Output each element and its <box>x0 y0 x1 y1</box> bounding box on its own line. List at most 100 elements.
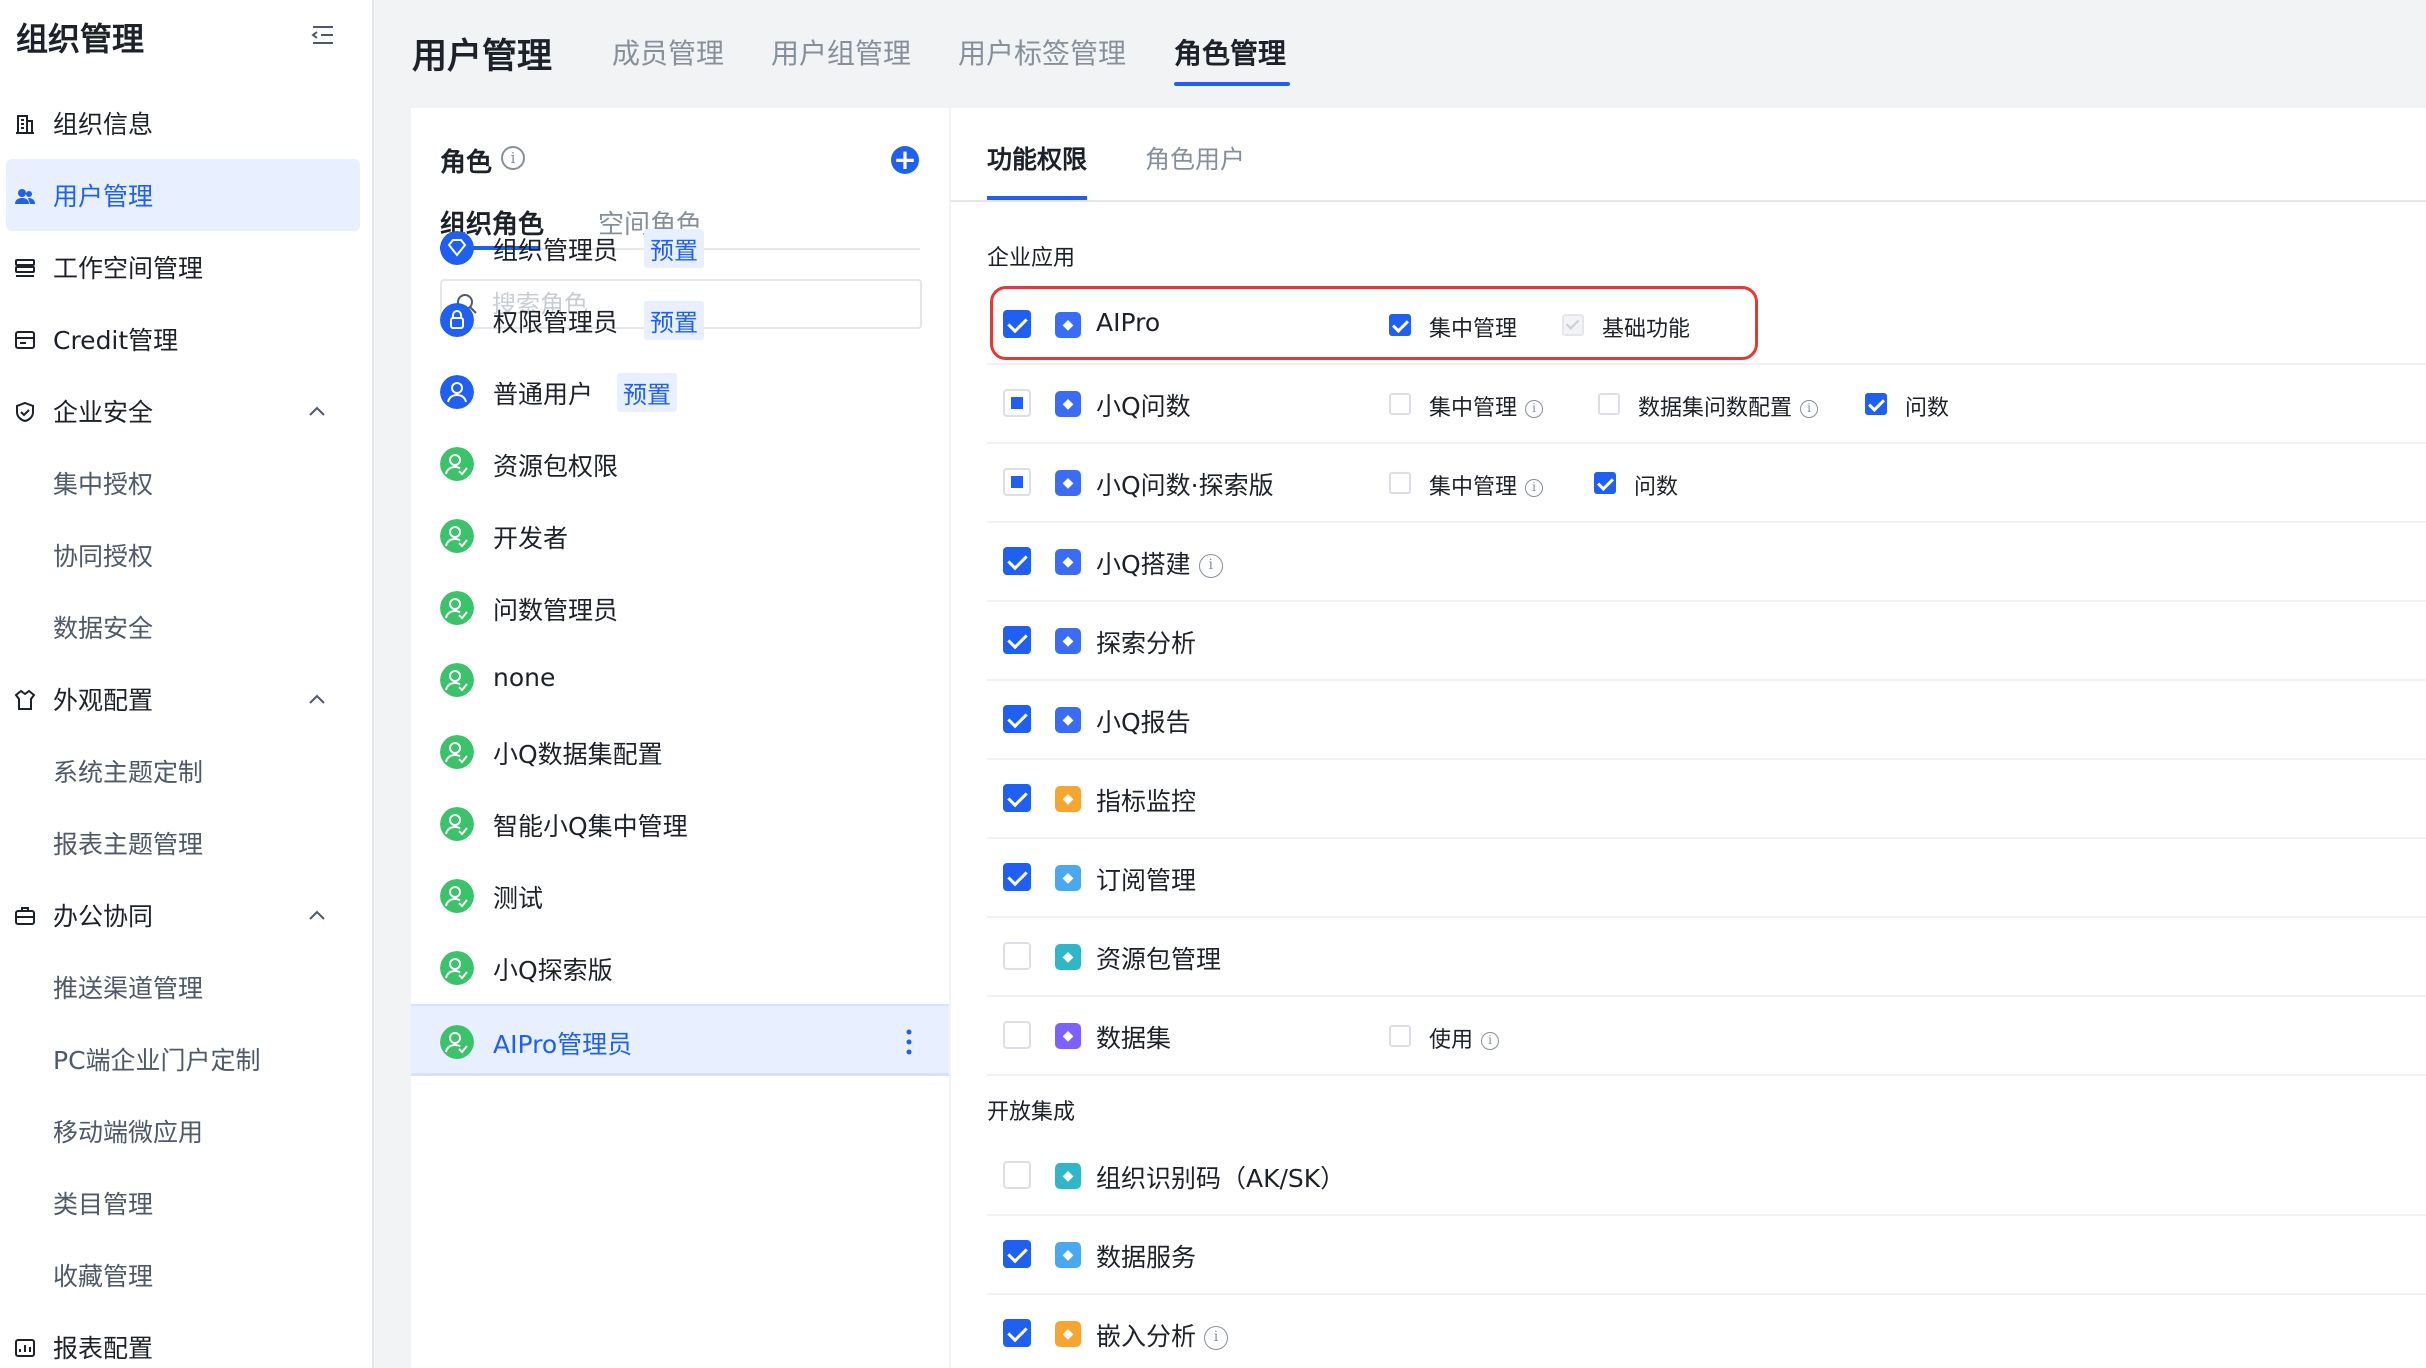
sidebar-item-label: 协同授权 <box>53 542 154 571</box>
role-name: 开发者 <box>493 524 569 553</box>
sidebar-item[interactable]: 数据安全 <box>0 591 362 663</box>
permission-row: ◆ 嵌入分析 i <box>987 1295 2426 1368</box>
role-item[interactable]: 组织管理员 预置 <box>411 212 949 284</box>
permission-row: ◆ 小Q报告 <box>987 681 2426 760</box>
page-title: 用户管理 <box>412 37 553 77</box>
option-checkbox[interactable] <box>1389 1025 1411 1047</box>
sidebar-item-label: 组织信息 <box>53 110 154 139</box>
role-item[interactable]: 权限管理员 预置 <box>411 284 949 356</box>
sidebar-item-label: 收藏管理 <box>53 1262 154 1291</box>
app-checkbox[interactable] <box>1003 1319 1031 1347</box>
sidebar-item[interactable]: 组织信息 <box>0 87 362 159</box>
role-name: 小Q探索版 <box>493 956 613 985</box>
sidebar-item[interactable]: 工作空间管理 <box>0 231 362 303</box>
permission-row: ◆ 资源包管理 <box>987 918 2426 997</box>
info-icon[interactable]: i <box>1525 479 1544 497</box>
sidebar-item[interactable]: 集中授权 <box>0 447 362 519</box>
sidebar-item-label: 移动端微应用 <box>53 1118 204 1147</box>
tab-user-groups[interactable]: 用户组管理 <box>771 32 911 72</box>
info-icon[interactable]: i <box>1525 400 1544 418</box>
role-avatar-icon <box>440 879 474 913</box>
active-tab-underline <box>1174 82 1290 86</box>
app-checkbox[interactable] <box>1003 1161 1031 1189</box>
sidebar-item[interactable]: 收藏管理 <box>0 1239 362 1311</box>
add-role-button[interactable]: + <box>891 146 919 174</box>
chevron-up-icon[interactable] <box>306 905 328 927</box>
scan-icon: ◆ <box>1055 1163 1081 1189</box>
role-item[interactable]: 测试 <box>411 860 949 932</box>
sidebar-item[interactable]: PC端企业门户定制 <box>0 1023 362 1095</box>
option-label: 集中管理 i <box>1429 390 1544 422</box>
sidebar-item[interactable]: 办公协同 <box>0 879 362 951</box>
sidebar-item[interactable]: 类目管理 <box>0 1167 362 1239</box>
info-icon[interactable]: i <box>501 146 525 170</box>
role-item[interactable]: 问数管理员 <box>411 572 949 644</box>
sidebar-item-label: Credit管理 <box>53 326 179 355</box>
option-checkbox[interactable] <box>1865 393 1887 415</box>
app-checkbox[interactable] <box>1003 1240 1031 1268</box>
sidebar-item-label: 用户管理 <box>53 182 154 211</box>
option-checkbox[interactable] <box>1594 472 1616 494</box>
role-item[interactable]: 智能小Q集中管理 <box>411 788 949 860</box>
app-checkbox[interactable] <box>1003 1021 1031 1049</box>
chevron-up-icon[interactable] <box>306 689 328 711</box>
role-name: 权限管理员 <box>493 308 619 337</box>
sidebar-item[interactable]: Credit管理 <box>0 303 362 375</box>
role-item[interactable]: 小Q探索版 <box>411 932 949 1004</box>
sidebar-item[interactable]: 用户管理 <box>6 159 360 231</box>
app-checkbox[interactable] <box>1003 863 1031 891</box>
sidebar-item[interactable]: 系统主题定制 <box>0 735 362 807</box>
chevron-up-icon[interactable] <box>306 401 328 423</box>
app-checkbox[interactable] <box>1003 547 1031 575</box>
sidebar-item[interactable]: 移动端微应用 <box>0 1095 362 1167</box>
dataset-icon: ◆ <box>1055 1023 1081 1049</box>
sidebar-item[interactable]: 推送渠道管理 <box>0 951 362 1023</box>
role-avatar-icon <box>440 519 474 553</box>
role-name: 资源包权限 <box>493 452 619 481</box>
role-avatar-icon <box>440 1025 474 1059</box>
app-checkbox[interactable] <box>1003 626 1031 654</box>
option-label: 集中管理 i <box>1429 469 1544 501</box>
sidebar-item-label: 办公协同 <box>53 902 154 931</box>
more-vertical-icon[interactable] <box>905 1028 913 1056</box>
section-title: 开放集成 <box>987 1100 1076 1125</box>
role-item[interactable]: 资源包权限 <box>411 428 949 500</box>
sidebar-item-label: 集中授权 <box>53 470 154 499</box>
role-item[interactable]: none <box>411 644 949 716</box>
info-icon[interactable]: i <box>1198 554 1223 578</box>
info-icon[interactable]: i <box>1800 400 1819 418</box>
report-icon <box>15 1339 35 1357</box>
sidebar-item[interactable]: 协同授权 <box>0 519 362 591</box>
sidebar-item[interactable]: 报表主题管理 <box>0 807 362 879</box>
app-checkbox[interactable] <box>1003 705 1031 733</box>
option-checkbox[interactable] <box>1598 393 1620 415</box>
tab-function-permissions[interactable]: 功能权限 <box>987 140 1087 176</box>
app-name: 数据服务 <box>1096 1243 1197 1272</box>
collapse-menu-icon[interactable] <box>310 22 336 48</box>
option-checkbox[interactable] <box>1389 472 1411 494</box>
sidebar-title: 组织管理 <box>16 20 145 58</box>
role-item[interactable]: AIPro管理员 <box>411 1004 949 1076</box>
role-name: 测试 <box>493 884 544 913</box>
sidebar-item[interactable]: 报表配置 <box>0 1311 362 1368</box>
sidebar-item[interactable]: 企业安全 <box>0 375 362 447</box>
preset-badge: 预置 <box>617 373 677 412</box>
role-item[interactable]: 普通用户 预置 <box>411 356 949 428</box>
sidebar-item-label: 企业安全 <box>53 398 154 427</box>
app-checkbox[interactable] <box>1003 942 1031 970</box>
app-checkbox[interactable] <box>1003 389 1031 417</box>
tab-role-users[interactable]: 角色用户 <box>1145 140 1245 176</box>
info-icon[interactable]: i <box>1481 1032 1500 1050</box>
tab-members[interactable]: 成员管理 <box>612 32 724 72</box>
option-label: 使用 i <box>1429 1022 1500 1054</box>
info-icon[interactable]: i <box>1204 1326 1229 1350</box>
role-item[interactable]: 开发者 <box>411 500 949 572</box>
option-label: 数据集问数配置 i <box>1638 390 1819 422</box>
app-checkbox[interactable] <box>1003 468 1031 496</box>
role-item[interactable]: 小Q数据集配置 <box>411 716 949 788</box>
sidebar-item[interactable]: 外观配置 <box>0 663 362 735</box>
app-checkbox[interactable] <box>1003 784 1031 812</box>
option-checkbox[interactable] <box>1389 393 1411 415</box>
tab-roles[interactable]: 角色管理 <box>1174 32 1286 72</box>
tab-user-tags[interactable]: 用户标签管理 <box>958 32 1126 72</box>
